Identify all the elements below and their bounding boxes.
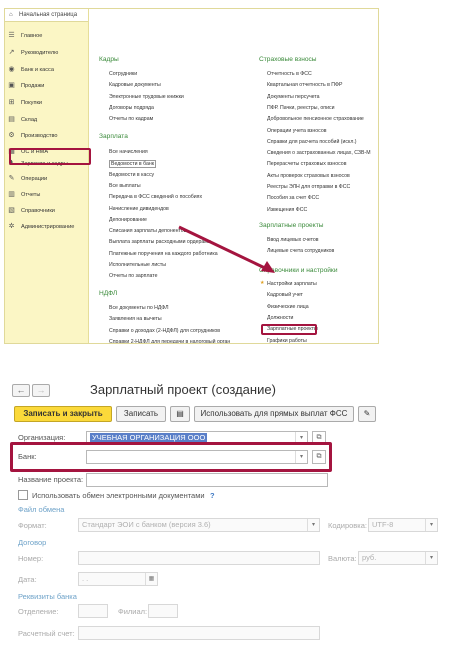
sidebar-item[interactable]: ◉ Банк и касса (7, 63, 87, 76)
account-field[interactable] (78, 626, 320, 640)
back-button[interactable]: ← (12, 384, 30, 397)
encoding-label: Кодировка: (328, 521, 367, 530)
project-name-field[interactable] (86, 473, 328, 487)
form-title: Зарплатный проект (создание) (90, 382, 276, 397)
sidebar-item-label: Склад (21, 116, 38, 123)
sales-icon: ▣ (8, 82, 15, 89)
sidebar-item[interactable]: ▣ Продажи (7, 79, 87, 92)
sidebar-item-label: Банк и касса (21, 66, 54, 73)
pencil-icon: ✎ (363, 409, 371, 418)
sidebar-item-label: Руководителю (21, 49, 59, 56)
format-label: Формат: (18, 521, 47, 530)
pointer-arrow (178, 225, 275, 273)
date-label: Дата: (18, 575, 37, 584)
bank-icon: ◉ (8, 66, 15, 73)
report-button[interactable]: ▤ (170, 406, 190, 422)
open-icon[interactable]: ⧉ (312, 450, 326, 464)
home-tab[interactable]: ⌂ Начальная страница (5, 9, 88, 22)
contract-group-title: Договор (18, 538, 47, 547)
reports-icon: ▥ (8, 191, 15, 198)
number-label: Номер: (18, 554, 44, 563)
gear-icon: ✲ (8, 223, 15, 230)
date-field[interactable]: . . ▦ (78, 572, 158, 586)
calendar-icon[interactable]: ▦ (145, 573, 157, 585)
sidebar-item[interactable]: ⚙ Производство (7, 129, 87, 142)
encoding-field[interactable]: UTF-8 ▾ (368, 518, 438, 532)
arrow-right-icon: → (36, 385, 46, 395)
arrow-left-icon: ← (16, 385, 26, 395)
home-tab-label: Начальная страница (19, 12, 78, 18)
sidebar-item-label: Продажи (21, 82, 45, 89)
sidebar-item[interactable]: ↗ Руководителю (7, 46, 87, 59)
account-label: Расчетный счет: (18, 629, 75, 638)
project-name-label: Название проекта: (18, 475, 84, 484)
help-icon[interactable]: ? (210, 491, 215, 500)
chevron-down-icon[interactable]: ▾ (425, 519, 437, 531)
sidebar-item-label: Главное (21, 32, 43, 39)
sections-panel-screenshot: ⌂ Начальная страница ☰ Главное ↗ Руководите… (4, 8, 379, 344)
sidebar-item[interactable]: ▤ Склад (7, 113, 87, 126)
currency-label: Валюта: (328, 554, 357, 563)
sidebar-item[interactable]: ☰ Главное (7, 29, 87, 42)
book-icon: ▧ (8, 207, 15, 214)
sidebar-item[interactable]: ▥ Отчеты (7, 188, 87, 201)
sidebar-item[interactable]: ✲ Администрирование (7, 220, 87, 233)
operations-icon: ✎ (8, 175, 15, 182)
save-button[interactable]: Записать (116, 406, 166, 422)
exchange-label: Использовать обмен электронными документ… (32, 491, 205, 500)
chevron-down-icon[interactable]: ▾ (425, 552, 437, 564)
currency-field[interactable]: руб. ▾ (358, 551, 438, 565)
menu-icon: ☰ (8, 32, 15, 39)
forward-button[interactable]: → (32, 384, 50, 397)
document-icon: ▤ (176, 409, 184, 418)
org-label: Организация: (18, 433, 66, 442)
sidebar-highlight-zarplata (9, 148, 91, 165)
home-icon: ⌂ (9, 12, 13, 18)
encoding-value: UTF-8 (372, 520, 394, 529)
bank-req-group-title: Реквизиты банка (18, 592, 77, 601)
sidebar-item-label: Администрирование (21, 223, 75, 230)
org-value: УЧЕБНАЯ ОРГАНИЗАЦИЯ ООО (90, 433, 208, 442)
factory-icon: ⚙ (8, 132, 15, 139)
sidebar-item-label: Операции (21, 175, 48, 182)
branch-label: Филиал: (118, 607, 148, 616)
number-field[interactable] (78, 551, 320, 565)
sidebar-item-label: Отчеты (21, 191, 41, 198)
bank-label: Банк: (18, 452, 37, 461)
sidebar: ⌂ Начальная страница ☰ Главное ↗ Руководите… (5, 9, 91, 343)
save-and-close-button[interactable]: Записать и закрыть (14, 406, 112, 422)
dept-label: Отделение: (18, 607, 59, 616)
chevron-down-icon[interactable]: ▾ (295, 451, 307, 463)
sidebar-item-label: Производство (21, 132, 58, 139)
branch-field[interactable] (148, 604, 178, 618)
format-value: Стандарт ЭОИ с банком (версия 3.6) (82, 520, 211, 529)
chart-icon: ↗ (8, 49, 15, 56)
section-content: Кадры Сотрудники Кадровые документы Электро… (89, 9, 378, 343)
sidebar-item[interactable]: ▧ Справочники (7, 204, 87, 217)
dept-field[interactable] (78, 604, 108, 618)
cart-icon: ⊞ (8, 99, 15, 106)
sidebar-item-label: Справочники (21, 207, 55, 214)
edit-button[interactable]: ✎ (358, 406, 376, 422)
format-field[interactable]: Стандарт ЭОИ с банком (версия 3.6) ▾ (78, 518, 320, 532)
use-for-fss-button[interactable]: Использовать для прямых выплат ФСС (194, 406, 354, 422)
sidebar-item-label: Покупки (21, 99, 43, 106)
warehouse-icon: ▤ (8, 116, 15, 123)
chevron-down-icon[interactable]: ▾ (307, 519, 319, 531)
date-value: . . (82, 574, 89, 583)
currency-value: руб. (362, 553, 377, 562)
salary-project-form: ← → Зарплатный проект (создание) Записат… (6, 380, 446, 648)
sidebar-item[interactable]: ⊞ Покупки (7, 96, 87, 109)
exchange-checkbox[interactable] (18, 490, 28, 500)
bank-field[interactable]: ▾ (86, 450, 308, 464)
sidebar-item[interactable]: ✎ Операции (7, 172, 87, 185)
file-group-title: Файл обмена (18, 505, 65, 514)
